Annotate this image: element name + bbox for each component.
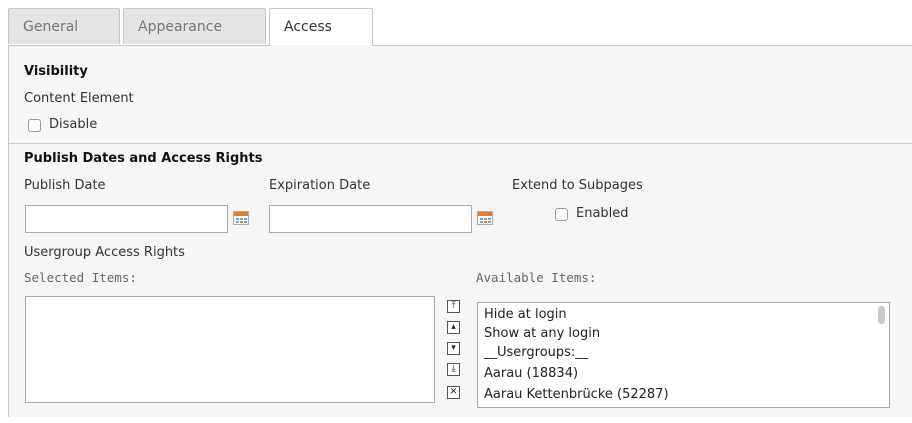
usergroup-access-label: Usergroup Access Rights (24, 245, 185, 260)
selected-items-label: Selected Items: (24, 270, 137, 285)
content-element-label: Content Element (24, 91, 134, 106)
tab-appearance[interactable]: Appearance (123, 8, 266, 44)
list-item[interactable]: Aarau Kettenbrücke (52287) (484, 387, 669, 402)
tab-bar: General Appearance Access (8, 8, 912, 46)
move-to-bottom-icon[interactable]: ⤓ (447, 363, 460, 376)
selected-items-listbox[interactable] (25, 296, 435, 403)
publish-date-calendar-icon[interactable] (233, 211, 249, 225)
move-up-icon[interactable]: ▴ (447, 321, 460, 334)
disable-label: Disable (49, 117, 98, 132)
list-item[interactable]: Aarau (18834) (484, 366, 578, 381)
tab-general[interactable]: General (8, 8, 120, 44)
move-to-top-icon[interactable]: ⤒ (447, 300, 460, 313)
disable-checkbox[interactable] (28, 119, 41, 132)
enabled-checkbox[interactable] (555, 208, 568, 221)
list-item[interactable]: Show at any login (484, 326, 600, 341)
extend-subpages-label: Extend to Subpages (512, 178, 643, 193)
section-divider (9, 143, 912, 144)
move-down-icon[interactable]: ▾ (447, 342, 460, 355)
publish-heading: Publish Dates and Access Rights (24, 151, 263, 166)
publish-date-input[interactable] (25, 205, 228, 233)
expiration-date-input[interactable] (269, 205, 472, 233)
expiration-date-calendar-icon[interactable] (477, 211, 493, 225)
listbox-scrollbar[interactable] (878, 306, 885, 324)
available-items-listbox[interactable]: Hide at login Show at any login __Usergr… (477, 302, 890, 408)
enabled-label: Enabled (576, 206, 629, 221)
visibility-heading: Visibility (24, 64, 88, 79)
tab-access[interactable]: Access (269, 8, 373, 46)
remove-item-icon[interactable]: ✕ (447, 386, 460, 399)
list-item[interactable]: __Usergroups:__ (484, 345, 588, 360)
list-item[interactable]: Hide at login (484, 307, 567, 322)
expiration-date-label: Expiration Date (269, 178, 371, 193)
available-items-label: Available Items: (476, 270, 597, 285)
publish-date-label: Publish Date (24, 178, 106, 193)
